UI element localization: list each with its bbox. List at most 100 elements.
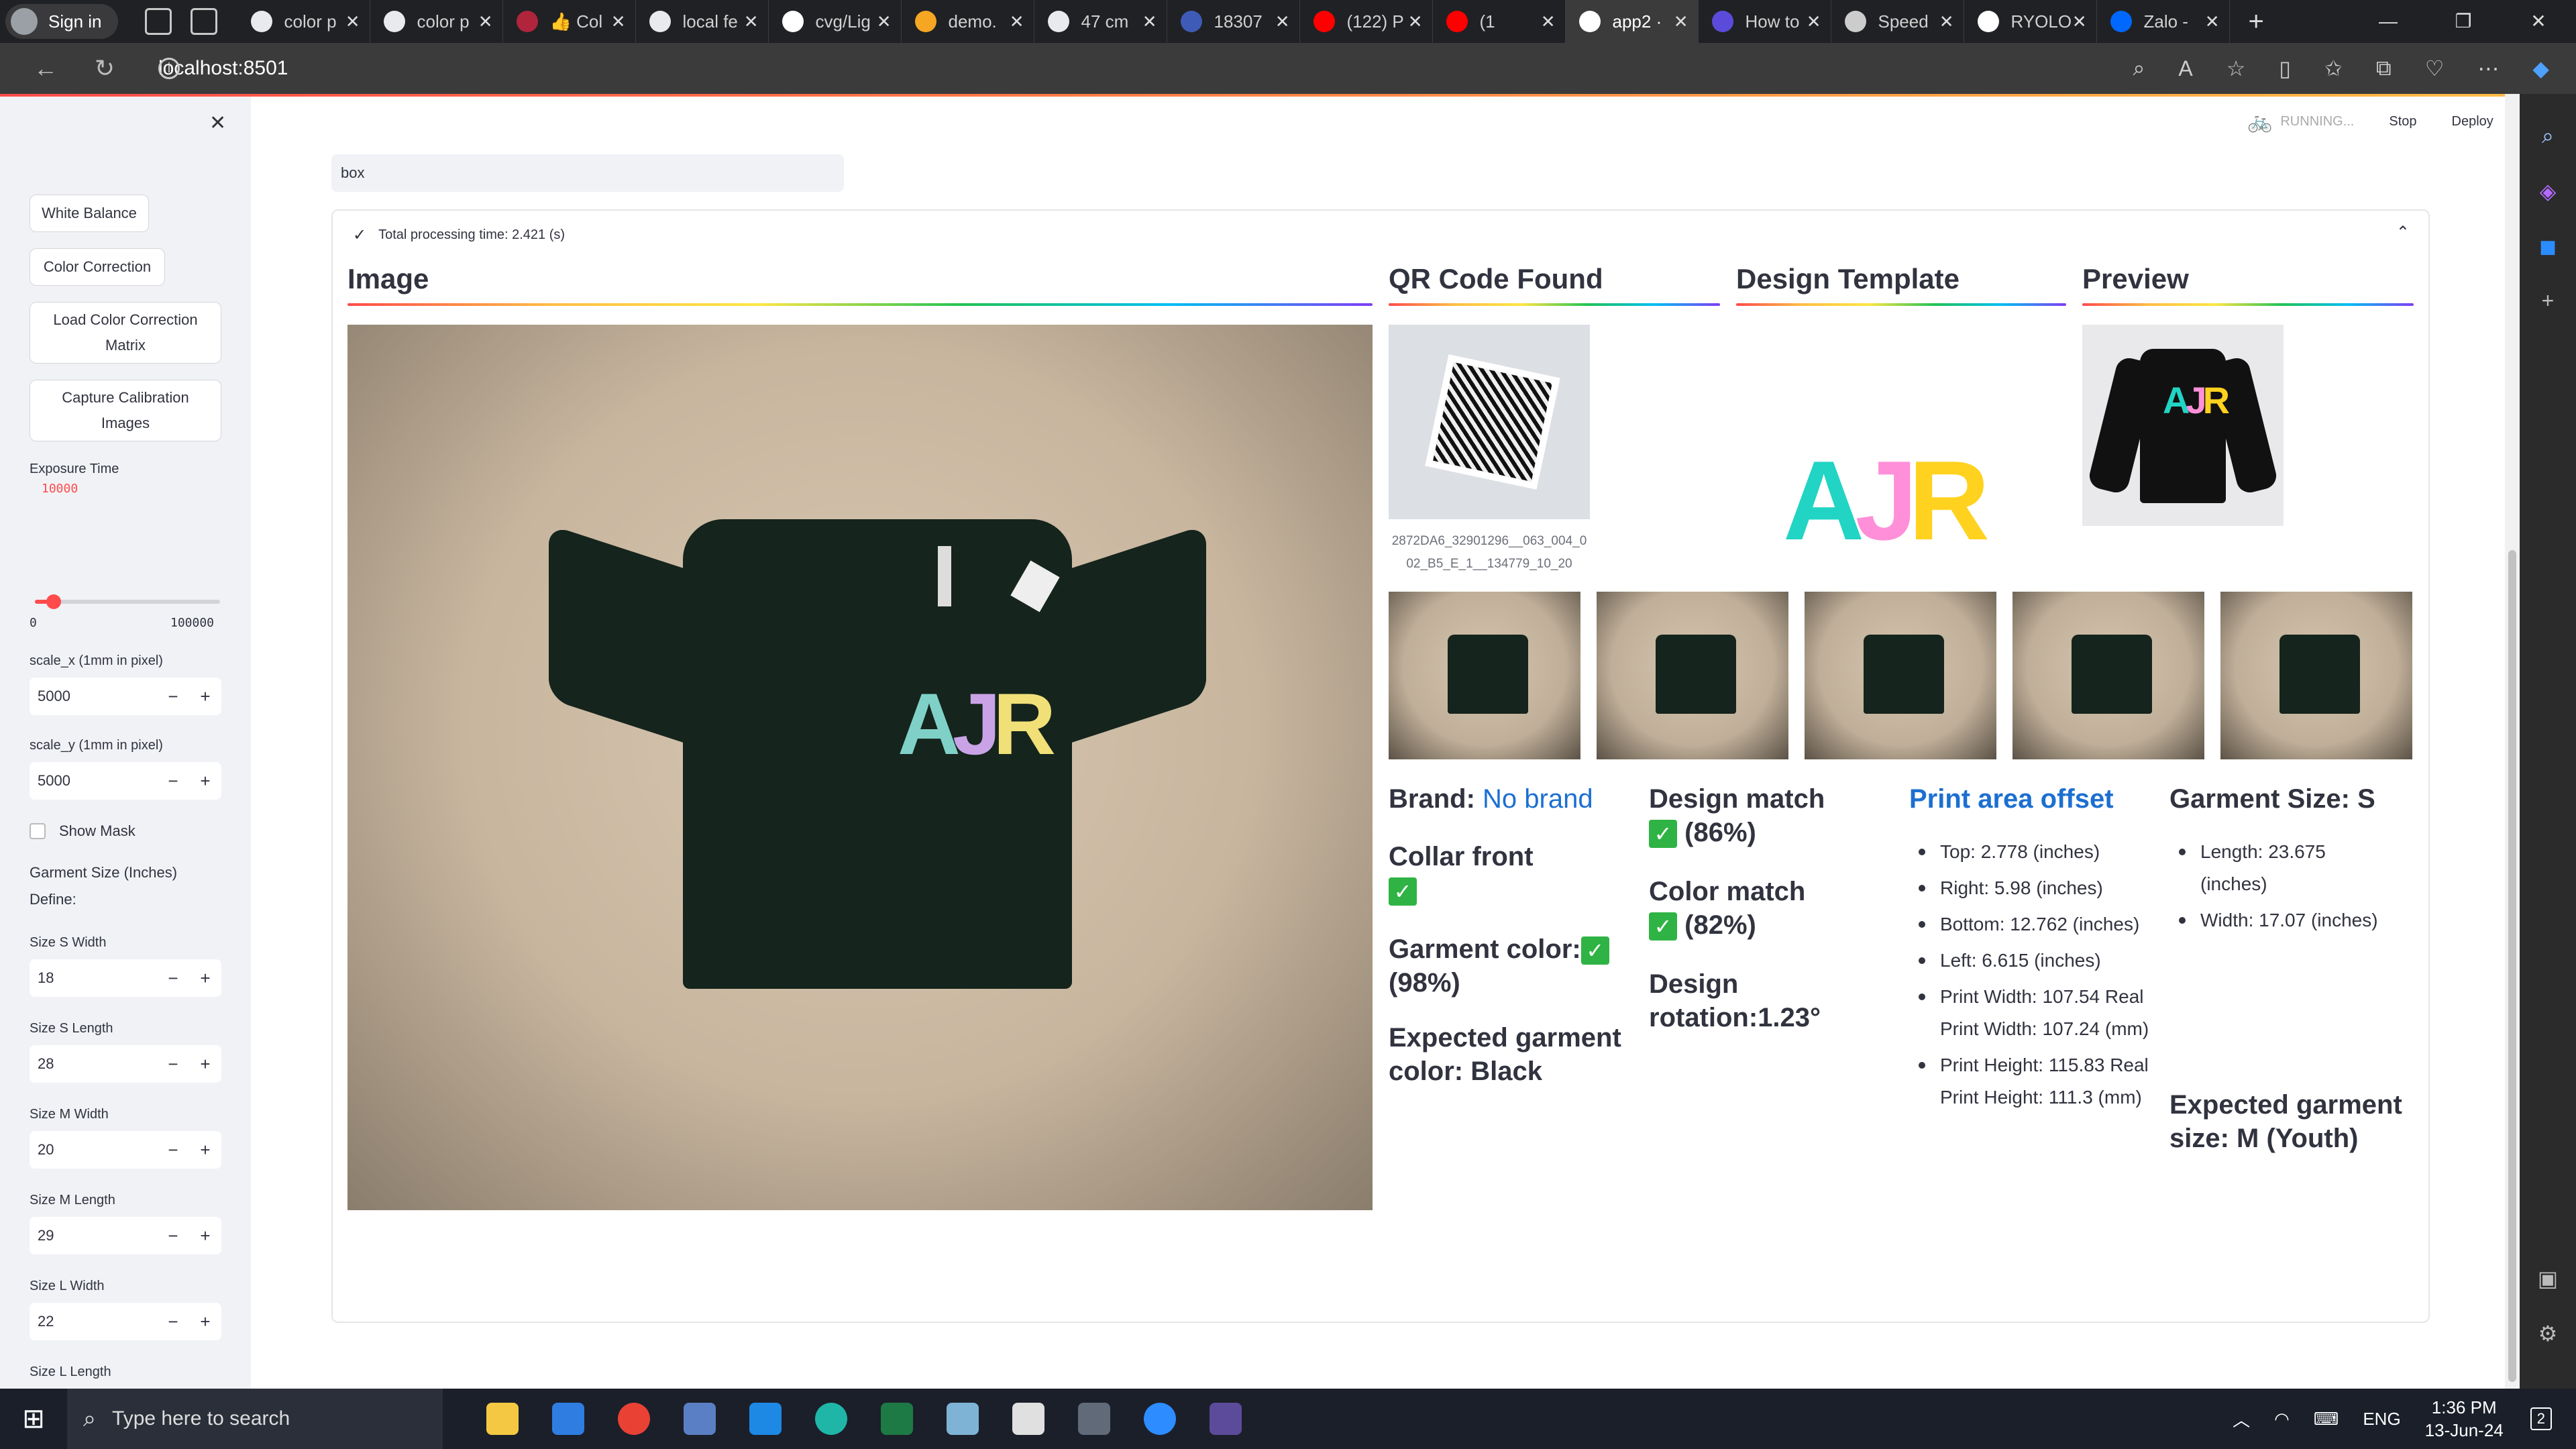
scale-y-value[interactable]: 5000 bbox=[30, 772, 157, 790]
size-increment[interactable]: + bbox=[189, 1054, 221, 1075]
favorites-icon[interactable]: ✩ bbox=[2324, 56, 2343, 81]
favorite-star-icon[interactable]: ☆ bbox=[2226, 56, 2246, 81]
workspaces-icon[interactable] bbox=[144, 8, 172, 35]
app-icon[interactable] bbox=[667, 1389, 733, 1449]
browser-tab[interactable]: local fe ✕ bbox=[636, 0, 769, 43]
zoom-icon[interactable]: ⌕ bbox=[2133, 56, 2145, 81]
size-increment[interactable]: + bbox=[189, 1140, 221, 1161]
outlook-icon[interactable]: ◼ bbox=[2520, 233, 2576, 259]
size-decrement[interactable]: − bbox=[157, 968, 189, 989]
browser-tab[interactable]: How to ✕ bbox=[1699, 0, 1831, 43]
capture-calibration-button[interactable]: Capture Calibration Images bbox=[30, 380, 221, 441]
vscode-icon[interactable] bbox=[733, 1389, 798, 1449]
browser-tab[interactable]: color p ✕ bbox=[237, 0, 370, 43]
scale-x-value[interactable]: 5000 bbox=[30, 688, 157, 705]
tab-close-icon[interactable]: ✕ bbox=[478, 11, 493, 32]
url-field[interactable]: i localhost:8501 bbox=[158, 57, 288, 80]
new-tab-button[interactable]: + bbox=[2249, 7, 2264, 37]
tab-close-icon[interactable]: ✕ bbox=[345, 11, 360, 32]
browser-tab[interactable]: RYOLO ✕ bbox=[1964, 0, 2097, 43]
scale-y-decrement[interactable]: − bbox=[157, 771, 189, 792]
browser-tab[interactable]: 18307 ✕ bbox=[1167, 0, 1300, 43]
size-number-input[interactable]: 29− + bbox=[30, 1217, 221, 1254]
browser-tab[interactable]: cvg/Lig ✕ bbox=[769, 0, 902, 43]
performance-icon[interactable]: ♡ bbox=[2425, 56, 2445, 81]
size-value[interactable]: 20 bbox=[30, 1141, 157, 1159]
keyboard-icon[interactable]: ⌨ bbox=[2314, 1409, 2339, 1430]
size-value[interactable]: 28 bbox=[30, 1055, 157, 1073]
taskbar-search[interactable]: ⌕ Type here to search bbox=[67, 1389, 443, 1449]
zoom-app-icon[interactable] bbox=[1127, 1389, 1193, 1449]
reload-icon[interactable]: ↻ bbox=[91, 54, 118, 83]
close-sidebar-icon[interactable]: ✕ bbox=[209, 111, 226, 135]
close-window-icon[interactable]: ✕ bbox=[2501, 0, 2576, 43]
tab-close-icon[interactable]: ✕ bbox=[1939, 11, 1954, 32]
size-decrement[interactable]: − bbox=[157, 1140, 189, 1161]
copilot-icon[interactable]: ◆ bbox=[2532, 56, 2549, 81]
add-icon[interactable]: + bbox=[2520, 288, 2576, 313]
profile-signin-button[interactable]: Sign in bbox=[5, 4, 118, 39]
browser-tab[interactable]: (122) P ✕ bbox=[1300, 0, 1433, 43]
minimize-icon[interactable]: — bbox=[2351, 0, 2426, 43]
scale-y-increment[interactable]: + bbox=[189, 771, 221, 792]
size-decrement[interactable]: − bbox=[157, 1311, 189, 1332]
size-number-input[interactable]: 28− + bbox=[30, 1045, 221, 1083]
paint-icon[interactable] bbox=[996, 1389, 1061, 1449]
exposure-slider-handle[interactable] bbox=[46, 594, 61, 609]
size-number-input[interactable]: 18− + bbox=[30, 959, 221, 997]
browser-tab[interactable]: app2 · ✕ bbox=[1565, 0, 1699, 43]
tray-chevron-icon[interactable]: ︿ bbox=[2233, 1407, 2250, 1432]
tab-close-icon[interactable]: ✕ bbox=[1010, 11, 1024, 32]
scale-y-input[interactable]: 5000 − + bbox=[30, 762, 221, 800]
browser-tab[interactable]: 👍 Col ✕ bbox=[503, 0, 636, 43]
start-windows-icon[interactable]: ⊞ bbox=[0, 1403, 67, 1434]
checkbox-box[interactable] bbox=[30, 823, 46, 839]
browser-tab[interactable]: (1 ✕ bbox=[1433, 0, 1566, 43]
collections-icon[interactable]: ⧉ bbox=[2376, 56, 2392, 81]
copilot-side-icon[interactable]: ◈ bbox=[2520, 178, 2576, 204]
size-value[interactable]: 18 bbox=[30, 969, 157, 987]
more-menu-icon[interactable]: ⋯ bbox=[2477, 56, 2499, 81]
exposure-slider-track[interactable] bbox=[35, 600, 220, 604]
stop-button[interactable]: Stop bbox=[2389, 114, 2416, 129]
size-decrement[interactable]: − bbox=[157, 1054, 189, 1075]
browser-tab[interactable]: demo. ✕ bbox=[902, 0, 1034, 43]
size-increment[interactable]: + bbox=[189, 1226, 221, 1246]
back-icon[interactable]: ← bbox=[32, 54, 59, 83]
clock[interactable]: 1:36 PM 13-Jun-24 bbox=[2425, 1396, 2504, 1442]
page-scrollbar[interactable] bbox=[2505, 94, 2520, 1389]
size-increment[interactable]: + bbox=[189, 968, 221, 989]
scrollbar-thumb[interactable] bbox=[2508, 550, 2516, 1382]
edge-icon[interactable] bbox=[798, 1389, 864, 1449]
calculator-icon[interactable] bbox=[1061, 1389, 1127, 1449]
size-increment[interactable]: + bbox=[189, 1311, 221, 1332]
tab-close-icon[interactable]: ✕ bbox=[1674, 11, 1688, 32]
language-indicator[interactable]: ENG bbox=[2363, 1409, 2400, 1430]
excel-icon[interactable] bbox=[864, 1389, 930, 1449]
file-explorer-icon[interactable] bbox=[470, 1389, 535, 1449]
tab-close-icon[interactable]: ✕ bbox=[1807, 11, 1821, 32]
notification-icon[interactable]: 2 bbox=[2530, 1407, 2552, 1430]
chrome-icon[interactable] bbox=[601, 1389, 667, 1449]
size-number-input[interactable]: 22− + bbox=[30, 1303, 221, 1340]
notes-icon[interactable] bbox=[930, 1389, 996, 1449]
tab-close-icon[interactable]: ✕ bbox=[2205, 11, 2220, 32]
show-mask-checkbox[interactable]: Show Mask bbox=[30, 822, 136, 840]
store-icon[interactable] bbox=[535, 1389, 601, 1449]
expander-header[interactable]: ✓ Total processing time: 2.421 (s) bbox=[353, 225, 565, 245]
site-info-icon[interactable]: i bbox=[158, 58, 180, 79]
size-decrement[interactable]: − bbox=[157, 1226, 189, 1246]
terminal-icon[interactable] bbox=[1193, 1389, 1258, 1449]
browser-tab[interactable]: color p ✕ bbox=[370, 0, 503, 43]
wifi-icon[interactable]: ◠ bbox=[2274, 1409, 2290, 1430]
size-number-input[interactable]: 20− + bbox=[30, 1131, 221, 1169]
text-input[interactable]: box bbox=[331, 154, 844, 192]
tab-close-icon[interactable]: ✕ bbox=[2072, 11, 2087, 32]
tab-close-icon[interactable]: ✕ bbox=[1408, 11, 1423, 32]
browser-tab[interactable]: Speed ✕ bbox=[1831, 0, 1964, 43]
chevron-up-icon[interactable]: ⌃ bbox=[2396, 223, 2410, 242]
tab-close-icon[interactable]: ✕ bbox=[611, 11, 626, 32]
load-ccm-button[interactable]: Load Color Correction Matrix bbox=[30, 302, 221, 364]
scale-x-input[interactable]: 5000 − + bbox=[30, 678, 221, 715]
tab-actions-icon[interactable] bbox=[190, 8, 217, 35]
